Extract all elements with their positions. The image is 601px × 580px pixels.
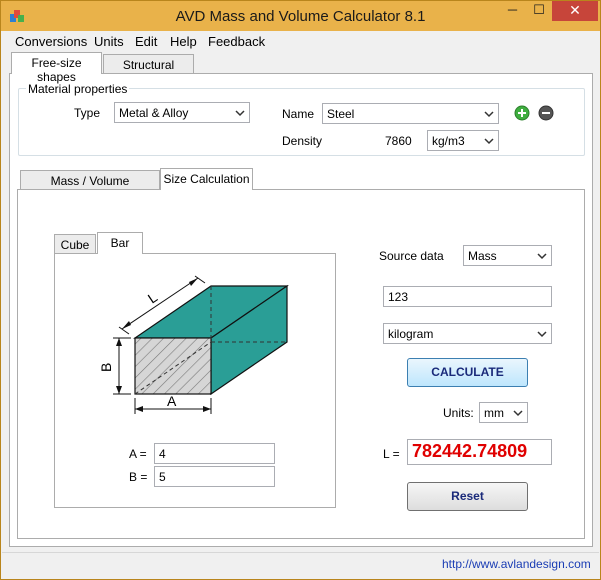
plus-circle-icon[interactable] xyxy=(514,105,530,121)
chevron-down-icon xyxy=(235,110,245,117)
free-size-panel: Material properties Type Metal & Alloy N… xyxy=(9,73,593,547)
menu-edit[interactable]: Edit xyxy=(135,34,157,49)
chevron-down-icon xyxy=(537,331,547,338)
name-dropdown[interactable]: Steel xyxy=(322,103,499,124)
source-value: 123 xyxy=(388,290,409,304)
menu-help[interactable]: Help xyxy=(170,34,197,49)
type-value: Metal & Alloy xyxy=(119,106,189,120)
type-dropdown[interactable]: Metal & Alloy xyxy=(114,102,250,123)
material-properties-label: Material properties xyxy=(26,82,130,96)
result-label: L = xyxy=(383,447,400,461)
chevron-down-icon xyxy=(537,253,547,260)
chevron-down-icon xyxy=(484,111,494,118)
b-input[interactable]: 5 xyxy=(154,466,275,487)
tab-cube[interactable]: Cube xyxy=(54,234,96,254)
a-value: 4 xyxy=(159,447,166,461)
source-data-value: Mass xyxy=(468,249,497,263)
minimize-icon: ─ xyxy=(507,2,518,17)
minus-circle-icon[interactable] xyxy=(538,105,554,121)
tab-bar[interactable]: Bar xyxy=(97,232,143,254)
source-unit-dropdown[interactable]: kilogram xyxy=(383,323,552,344)
type-label: Type xyxy=(74,106,101,120)
b-label: B = xyxy=(129,470,148,484)
units-dropdown[interactable]: mm xyxy=(479,402,528,423)
tab-free-size-shapes[interactable]: Free-size shapes xyxy=(11,52,102,84)
label-b: B xyxy=(98,363,114,372)
chevron-down-icon xyxy=(484,138,494,145)
source-unit-value: kilogram xyxy=(388,327,434,341)
maximize-icon: ☐ xyxy=(533,2,545,17)
title-bar[interactable]: AVD Mass and Volume Calculator 8.1 ─ ☐ ✕ xyxy=(1,1,600,31)
menu-conversions[interactable]: Conversions xyxy=(15,34,87,49)
name-value: Steel xyxy=(327,107,355,121)
menu-units[interactable]: Units xyxy=(94,34,124,49)
units-value: mm xyxy=(484,406,504,420)
menu-bar: Conversions Units Edit Help Feedback xyxy=(2,31,599,51)
website-link[interactable]: http://www.avlandesign.com xyxy=(442,557,591,571)
close-icon: ✕ xyxy=(569,2,581,18)
source-value-input[interactable]: 123 xyxy=(383,286,552,307)
a-input[interactable]: 4 xyxy=(154,443,275,464)
result-display: 782442.74809 xyxy=(407,439,552,465)
reset-button[interactable]: Reset xyxy=(407,482,528,511)
minimize-button[interactable]: ─ xyxy=(499,1,526,21)
bar-panel: L B A A = 4 B = 5 xyxy=(54,253,336,508)
a-label: A = xyxy=(129,447,147,461)
density-unit-value: kg/m3 xyxy=(432,134,465,148)
density-label: Density xyxy=(282,134,323,148)
tab-structural-shapes[interactable]: Structural shapes xyxy=(103,54,194,86)
status-bar: http://www.avlandesign.com xyxy=(2,552,599,579)
density-unit-dropdown[interactable]: kg/m3 xyxy=(427,130,499,151)
app-window: AVD Mass and Volume Calculator 8.1 ─ ☐ ✕… xyxy=(0,0,601,580)
bar-diagram: L B A xyxy=(98,275,289,414)
menu-feedback[interactable]: Feedback xyxy=(208,34,265,49)
b-value: 5 xyxy=(159,470,166,484)
label-l: L xyxy=(145,289,161,307)
units-label: Units: xyxy=(443,406,474,420)
density-value: 7860 xyxy=(385,134,412,148)
chevron-down-icon xyxy=(513,410,523,417)
size-calculation-panel: Cube Bar L B A A = 4 B = 5 Source data M… xyxy=(17,189,585,539)
tab-mass-volume-calculation[interactable]: Mass / Volume Calculation xyxy=(20,170,160,202)
close-button[interactable]: ✕ xyxy=(552,1,598,21)
calculate-button[interactable]: CALCULATE xyxy=(407,358,528,387)
name-label: Name xyxy=(282,107,315,121)
maximize-button[interactable]: ☐ xyxy=(526,1,552,21)
tab-size-calculation[interactable]: Size Calculation xyxy=(160,168,253,190)
source-data-label: Source data xyxy=(379,249,444,263)
label-a: A xyxy=(167,393,177,409)
source-data-dropdown[interactable]: Mass xyxy=(463,245,552,266)
